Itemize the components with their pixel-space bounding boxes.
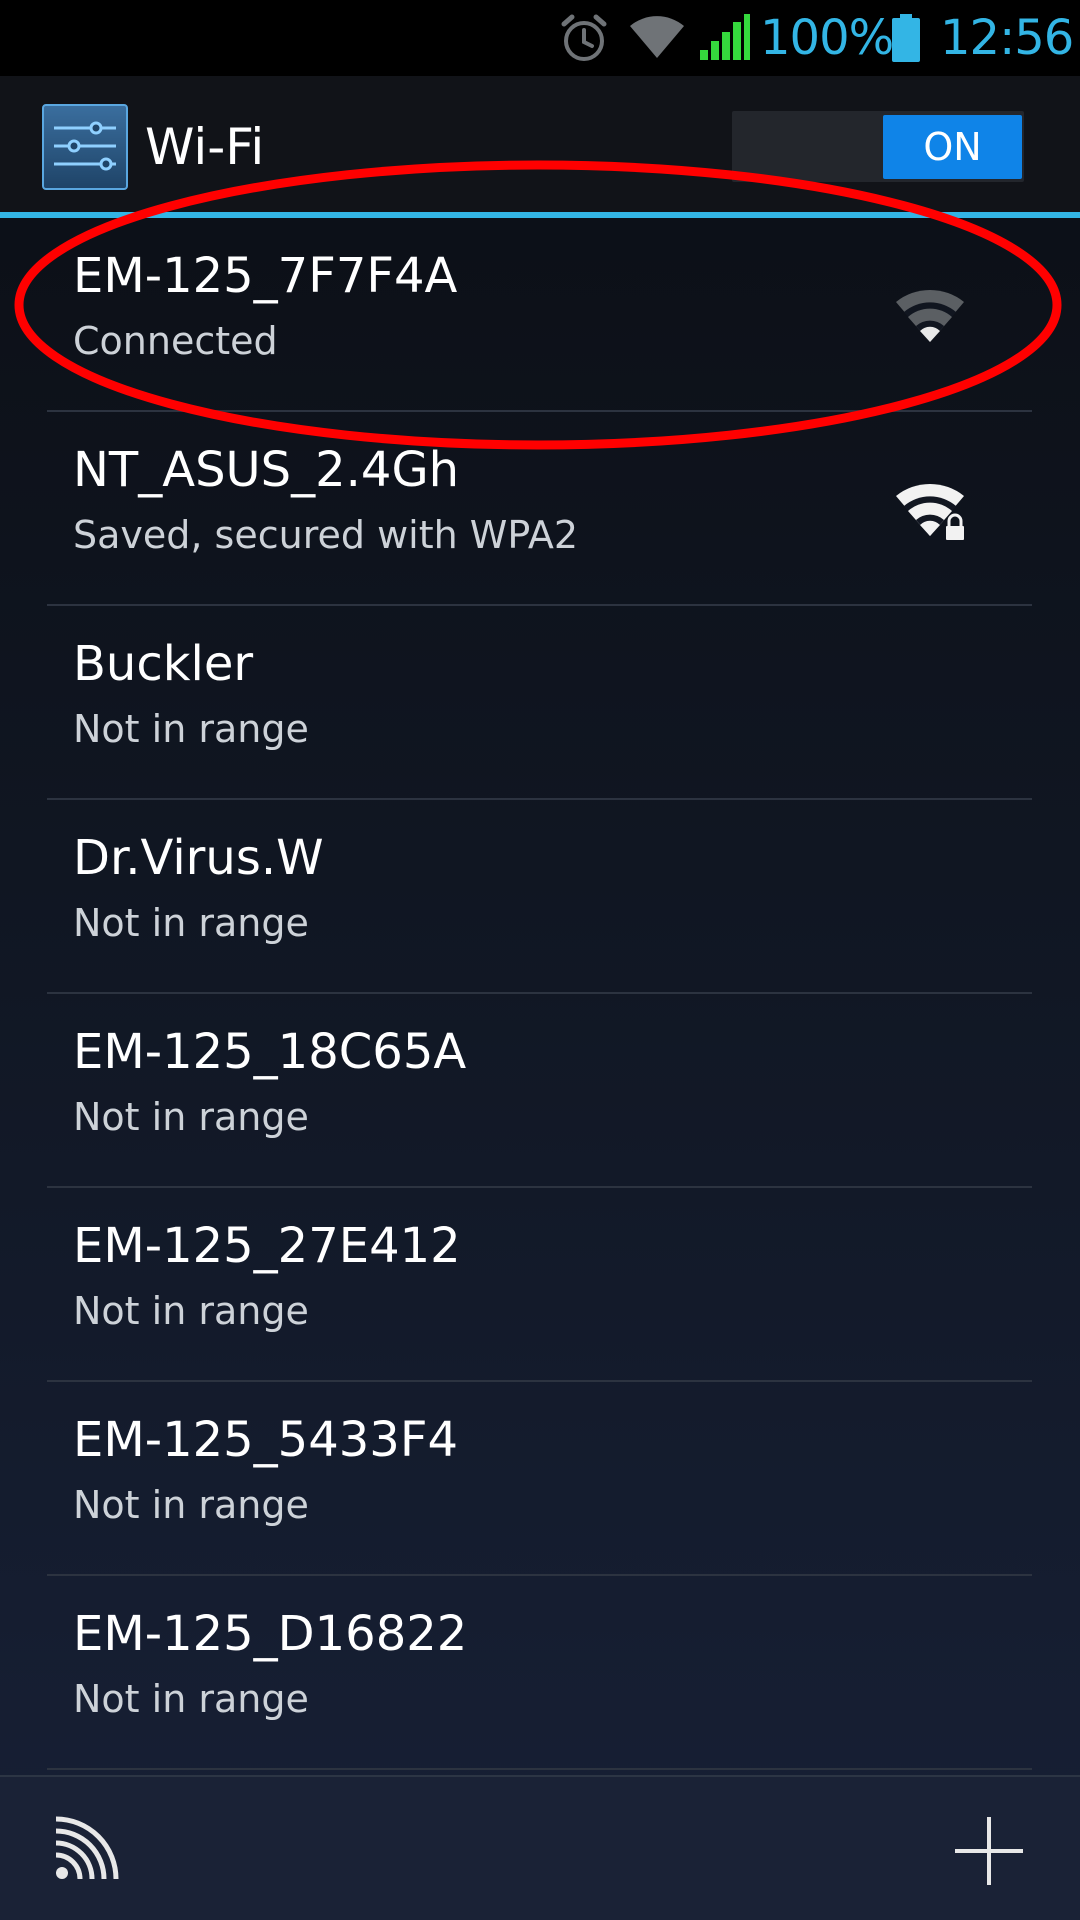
network-status: Not in range xyxy=(73,707,309,751)
network-status: Not in range xyxy=(73,1289,309,1333)
network-name: EM-125_18C65A xyxy=(73,1024,467,1080)
wifi-settings-screen: 100% 12:56 Wi-Fi ON EM-125_7F7F4A Connec… xyxy=(0,0,1080,1920)
network-item-em-125-5433f4[interactable]: EM-125_5433F4 Not in range xyxy=(0,1382,1080,1576)
add-icon[interactable] xyxy=(953,1815,1025,1891)
list-divider xyxy=(47,1768,1032,1770)
battery-icon xyxy=(890,0,922,76)
network-name: EM-125_7F7F4A xyxy=(73,248,458,304)
network-name: Dr.Virus.W xyxy=(73,830,324,886)
network-item-dr-virus-w[interactable]: Dr.Virus.W Not in range xyxy=(0,800,1080,994)
network-item-em-125-d16822[interactable]: EM-125_D16822 Not in range xyxy=(0,1576,1080,1770)
clock: 12:56 xyxy=(940,10,1074,66)
settings-sliders-icon[interactable] xyxy=(42,104,128,190)
network-status: Not in range xyxy=(73,1677,309,1721)
network-status: Not in range xyxy=(73,1095,309,1139)
battery-percent: 100% xyxy=(760,10,894,66)
wifi-toggle-on-label[interactable]: ON xyxy=(883,115,1022,179)
network-status: Saved, secured with WPA2 xyxy=(73,513,579,557)
network-name: NT_ASUS_2.4Gh xyxy=(73,442,460,498)
network-status: Not in range xyxy=(73,901,309,945)
network-item-buckler[interactable]: Buckler Not in range xyxy=(0,606,1080,800)
bottom-action-bar xyxy=(0,1775,1080,1920)
network-item-em-125-27e412[interactable]: EM-125_27E412 Not in range xyxy=(0,1188,1080,1382)
wifi-signal-icon xyxy=(890,276,970,356)
network-status: Not in range xyxy=(73,1483,309,1527)
network-name: EM-125_5433F4 xyxy=(73,1412,458,1468)
wifi-signal-lock-icon xyxy=(890,470,970,550)
network-status: Connected xyxy=(73,319,278,363)
cell-signal-icon xyxy=(698,0,750,76)
network-name: Buckler xyxy=(73,636,254,692)
network-item-em-125-7f7f4a[interactable]: EM-125_7F7F4A Connected xyxy=(0,218,1080,412)
network-item-nt-asus[interactable]: NT_ASUS_2.4Gh Saved, secured with WPA2 xyxy=(0,412,1080,606)
network-name: EM-125_D16822 xyxy=(73,1606,468,1662)
page-title: Wi-Fi xyxy=(145,118,265,176)
network-name: EM-125_27E412 xyxy=(73,1218,461,1274)
network-item-em-125-18c65a[interactable]: EM-125_18C65A Not in range xyxy=(0,994,1080,1188)
status-bar: 100% 12:56 xyxy=(0,0,1080,76)
alarm-icon xyxy=(558,0,610,76)
wps-icon[interactable] xyxy=(52,1811,124,1887)
wifi-status-icon xyxy=(626,0,688,76)
